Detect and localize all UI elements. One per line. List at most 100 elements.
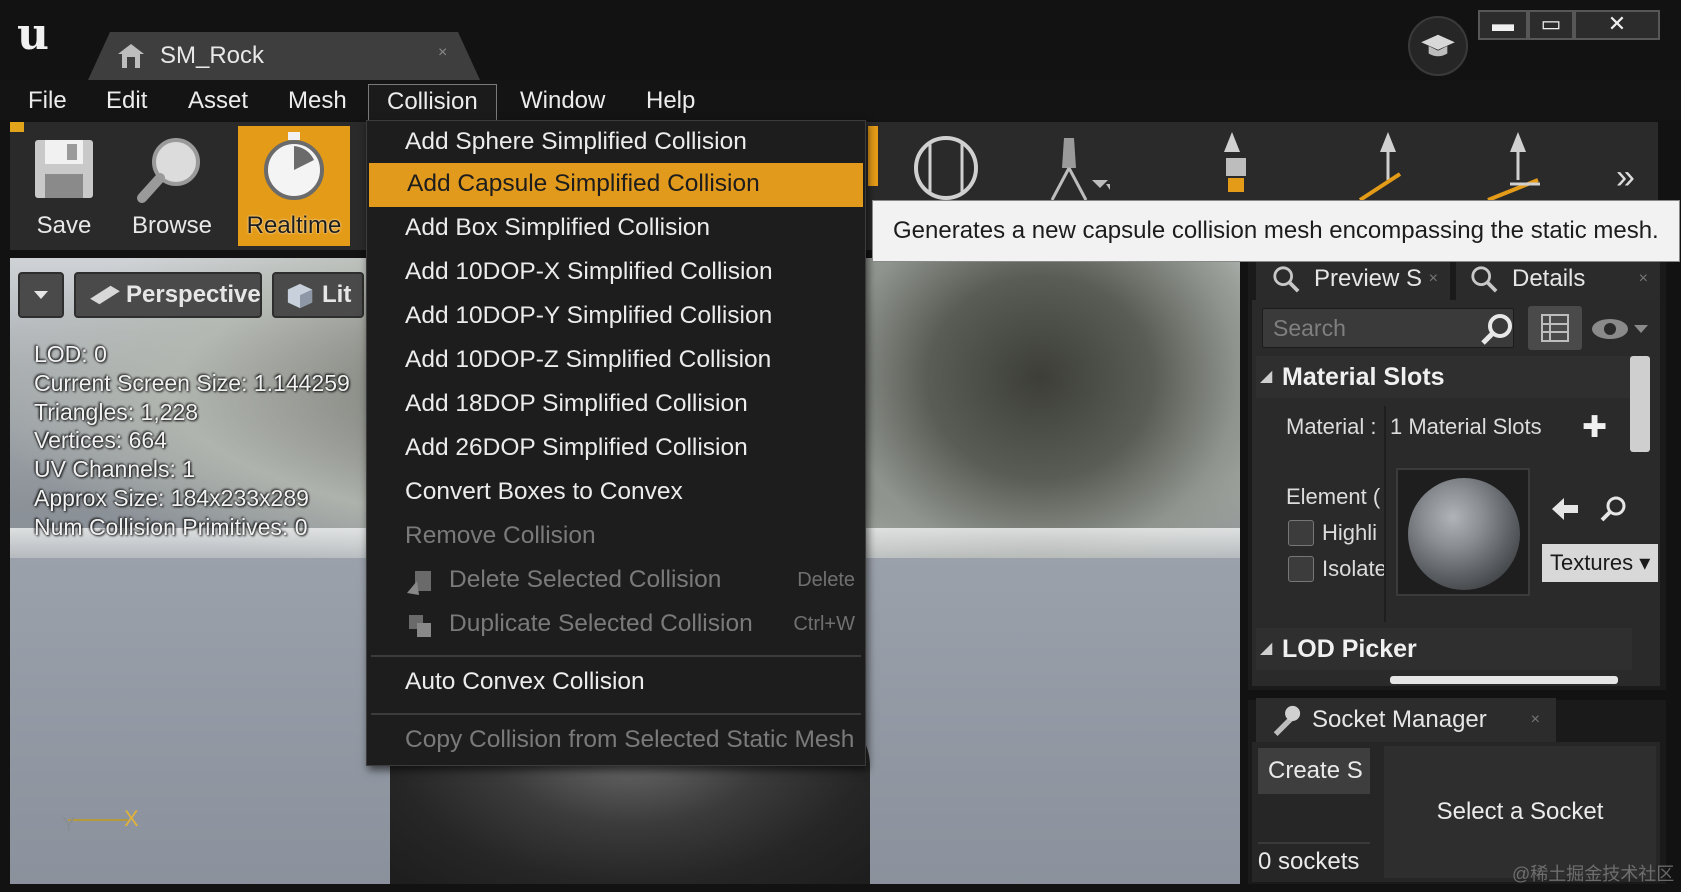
create-socket-button[interactable]: Create S <box>1258 748 1370 794</box>
lod-picker-bar[interactable] <box>1390 676 1618 684</box>
menu-bar: File Edit Asset Mesh Collision Window He… <box>0 80 1681 120</box>
perspective-button[interactable]: Perspective <box>74 272 262 318</box>
close-icon[interactable]: × <box>438 44 447 62</box>
menu-file[interactable]: File <box>10 84 85 120</box>
tab-preview-scene[interactable]: Preview S × <box>1256 258 1450 300</box>
menu-mesh[interactable]: Mesh <box>270 84 365 120</box>
sockets-count: 0 sockets <box>1258 842 1370 878</box>
close-icon[interactable]: × <box>1429 258 1438 300</box>
magnifier-icon <box>1273 266 1300 293</box>
chevron-down-icon[interactable] <box>1090 128 1110 208</box>
stat-triangles: Triangles: 1,228 <box>34 398 199 425</box>
stat-lod: LOD: 0 <box>34 341 107 367</box>
use-selected-arrow-icon[interactable] <box>1550 494 1580 524</box>
save-button[interactable]: Save <box>16 126 112 246</box>
tangents-icon[interactable] <box>1470 128 1560 208</box>
collision-dropdown-menu: Add Sphere Simplified Collision Add Caps… <box>366 120 866 766</box>
minimize-button[interactable]: ▬ <box>1478 10 1528 40</box>
stat-screen-size: Current Screen Size: 1.144259 <box>34 369 350 396</box>
viewport-background-trees <box>840 258 1240 558</box>
document-tab-title: SM_Rock <box>160 42 265 69</box>
simplified-collision-icon[interactable] <box>900 128 990 208</box>
socket-manager-label: Socket Manager <box>1312 706 1487 733</box>
menu-add-10dop-y-collision[interactable]: Add 10DOP-Y Simplified Collision <box>367 295 865 339</box>
close-window-button[interactable]: ✕ <box>1574 10 1660 40</box>
material-thumbnail[interactable] <box>1396 468 1530 596</box>
menu-auto-convex-collision[interactable]: Auto Convex Collision <box>367 661 865 705</box>
textures-dropdown[interactable]: Textures ▾ <box>1542 544 1658 582</box>
add-material-slot-button[interactable]: ✚ <box>1582 410 1607 445</box>
maximize-button[interactable]: ▭ <box>1528 10 1574 40</box>
isolate-label: Isolate <box>1322 556 1384 581</box>
menu-add-capsule-collision[interactable]: Add Capsule Simplified Collision <box>369 163 863 207</box>
asset-editor-window: u SM_Rock × ▬ ▭ ✕ File Edit Asset Mesh C… <box>0 0 1681 892</box>
menu-asset[interactable]: Asset <box>170 84 266 120</box>
menu-window[interactable]: Window <box>502 84 623 120</box>
pivot-icon[interactable] <box>1188 128 1278 208</box>
menu-add-10dop-x-collision[interactable]: Add 10DOP-X Simplified Collision <box>367 251 865 295</box>
menu-add-10dop-z-collision[interactable]: Add 10DOP-Z Simplified Collision <box>367 339 865 383</box>
axis-y-label: Y <box>62 814 76 836</box>
property-matrix-button[interactable] <box>1528 306 1582 350</box>
browse-asset-search-icon[interactable] <box>1598 494 1628 524</box>
menu-remove-collision[interactable]: Remove Collision <box>367 515 865 559</box>
menu-help[interactable]: Help <box>628 84 713 120</box>
tab-socket-manager[interactable]: Socket Manager × <box>1256 698 1556 742</box>
highlight-checkbox[interactable] <box>1288 520 1314 546</box>
material-slots-header[interactable]: Material Slots <box>1256 356 1632 398</box>
unreal-logo-icon: u <box>17 9 49 60</box>
menu-copy-collision-from-selected[interactable]: Copy Collision from Selected Static Mesh <box>367 719 865 763</box>
menu-duplicate-selected-collision[interactable]: Duplicate Selected Collision Ctrl+W <box>367 603 865 647</box>
menu-separator <box>371 655 861 657</box>
close-icon[interactable]: × <box>1639 258 1648 300</box>
menu-add-18dop-collision[interactable]: Add 18DOP Simplified Collision <box>367 383 865 427</box>
viewport-stats: LOD: 0 Current Screen Size: 1.144259 Tri… <box>34 340 350 542</box>
socket-wrench-icon <box>1273 705 1301 736</box>
viewport-options-button[interactable] <box>18 272 64 318</box>
material-preview-sphere <box>1408 478 1520 590</box>
delete-collision-icon <box>407 571 431 595</box>
stat-collision-primitives: Num Collision Primitives: 0 <box>34 513 308 540</box>
graduation-cap-icon <box>1421 34 1455 57</box>
watermark: @稀土掘金技术社区 <box>1512 864 1675 884</box>
menu-delete-selected-collision[interactable]: Delete Selected Collision Delete <box>367 559 865 603</box>
realtime-button[interactable]: Realtime <box>238 126 350 246</box>
details-search-input[interactable]: Search <box>1262 308 1514 348</box>
property-column-divider <box>1384 406 1386 622</box>
menu-separator <box>371 713 861 715</box>
stopwatch-icon <box>264 132 324 200</box>
browse-button[interactable]: Browse <box>120 126 224 246</box>
static-mesh-icon <box>118 44 144 68</box>
view-options-eye-icon[interactable] <box>1590 314 1652 344</box>
duplicate-collision-icon <box>409 615 431 637</box>
element-0-label: Element ( <box>1286 484 1381 509</box>
menu-add-sphere-collision[interactable]: Add Sphere Simplified Collision <box>367 121 865 165</box>
stat-uv-channels: UV Channels: 1 <box>34 456 196 483</box>
menu-collision[interactable]: Collision <box>368 84 497 120</box>
lit-cube-icon <box>287 283 313 309</box>
delete-selected-collision-label: Delete Selected Collision <box>449 566 722 593</box>
duplicate-shortcut: Ctrl+W <box>793 613 855 635</box>
capsule-collision-tooltip: Generates a new capsule collision mesh e… <box>872 200 1680 262</box>
menu-convert-boxes-to-convex[interactable]: Convert Boxes to Convex <box>367 471 865 515</box>
tutorial-graduation-cap-icon[interactable] <box>1408 16 1468 76</box>
realtime-button-label: Realtime <box>246 212 342 239</box>
menu-add-box-collision[interactable]: Add Box Simplified Collision <box>367 207 865 251</box>
search-icon[interactable] <box>1480 312 1514 346</box>
isolate-checkbox[interactable] <box>1288 556 1314 582</box>
document-tab-sm-rock[interactable]: SM_Rock × <box>88 32 480 80</box>
save-disk-icon <box>35 140 93 198</box>
normals-icon[interactable] <box>1340 128 1430 208</box>
toolbar-overflow-icon[interactable]: » <box>1616 158 1635 197</box>
details-scrollbar[interactable] <box>1630 356 1650 452</box>
material-slots-label: Material : <box>1286 414 1377 439</box>
menu-edit[interactable]: Edit <box>88 84 165 120</box>
lod-picker-header[interactable]: LOD Picker <box>1256 628 1632 670</box>
lit-view-mode-button[interactable]: Lit <box>272 272 364 318</box>
highlight-label: Highli <box>1322 520 1378 545</box>
tab-details[interactable]: Details × <box>1456 258 1660 300</box>
details-panel-tabs: Preview S × Details × <box>1256 258 1660 300</box>
menu-add-26dop-collision[interactable]: Add 26DOP Simplified Collision <box>367 427 865 471</box>
close-icon[interactable]: × <box>1531 698 1540 742</box>
perspective-label: Perspective <box>126 281 261 308</box>
